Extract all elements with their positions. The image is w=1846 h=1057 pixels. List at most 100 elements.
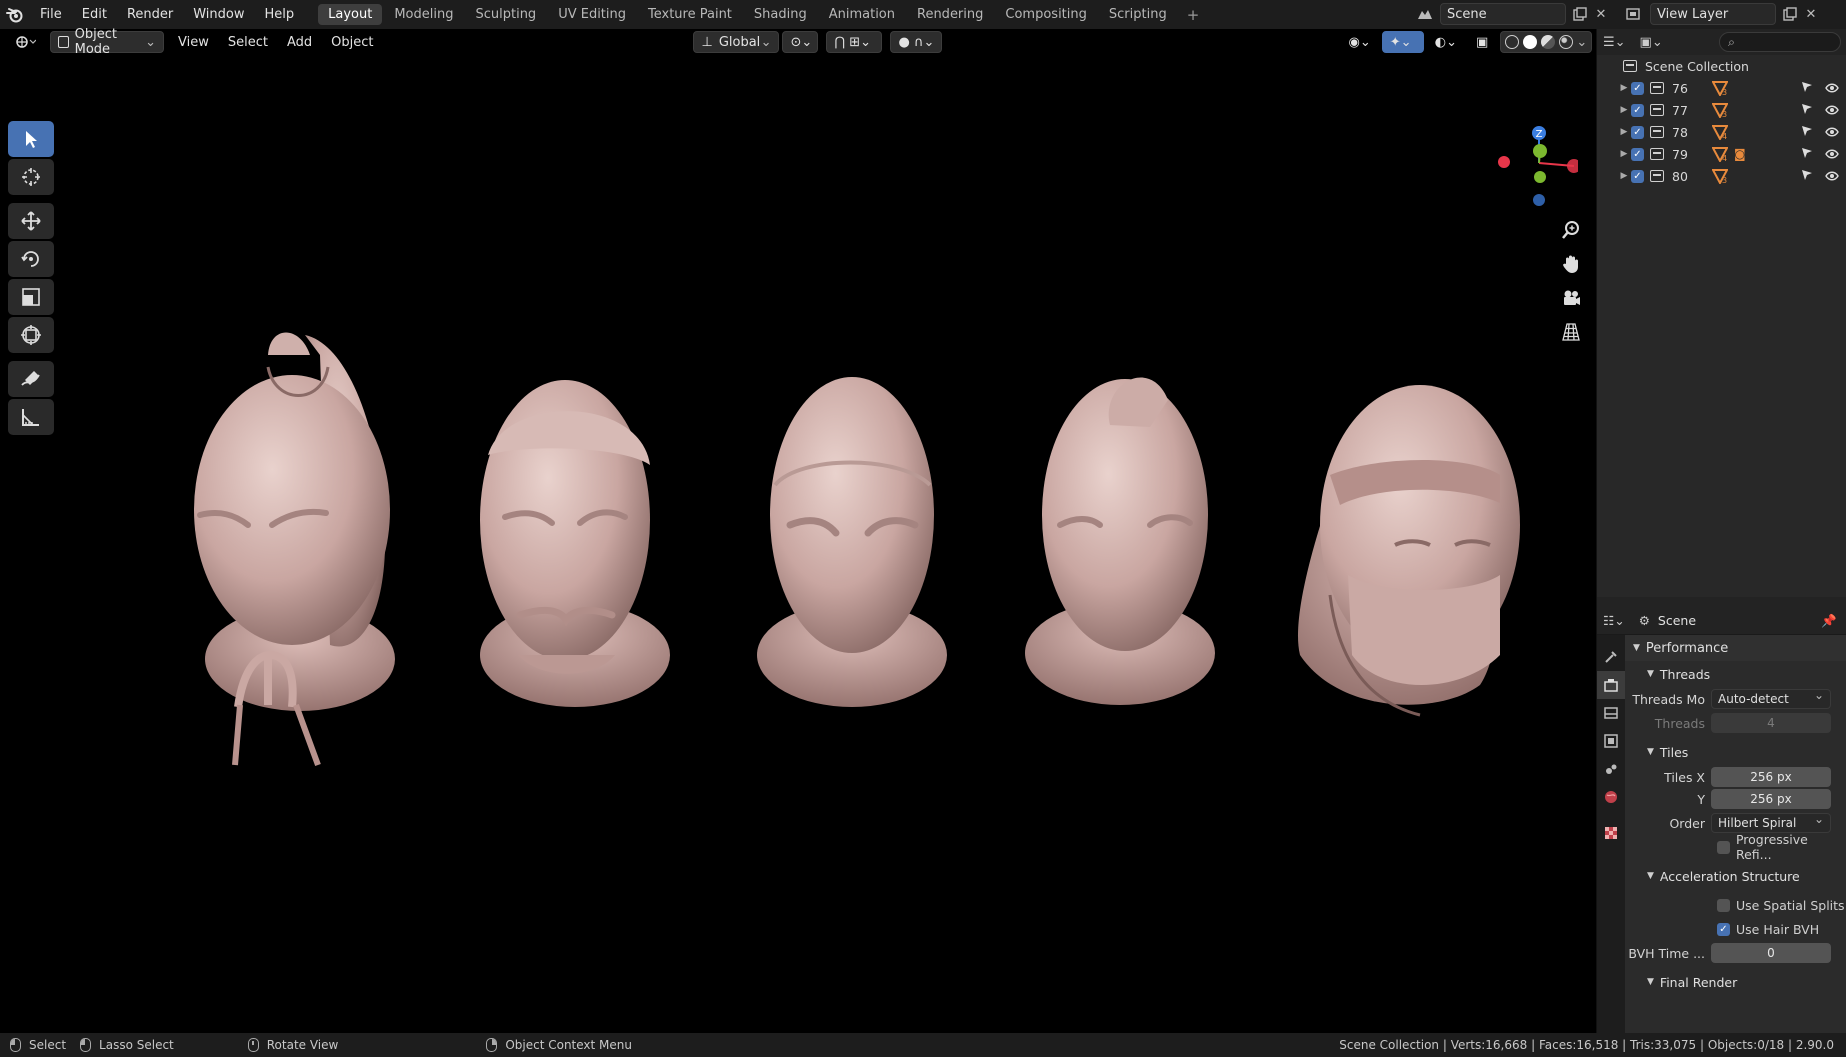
outliner-search-input[interactable]: ⌕: [1719, 32, 1841, 52]
performance-panel-header[interactable]: ▼ Performance: [1625, 635, 1846, 661]
menu-window[interactable]: Window: [183, 7, 254, 22]
outliner-collection-row[interactable]: ▶ ✓ 80 3: [1597, 165, 1846, 187]
transform-tool[interactable]: [8, 317, 54, 353]
progressive-refine-row[interactable]: Progressive Refi...: [1625, 832, 1846, 862]
tab-layout[interactable]: Layout: [318, 4, 383, 25]
pivot-point-icon[interactable]: ⊙⌄: [782, 31, 819, 53]
tab-shading[interactable]: Shading: [744, 4, 817, 25]
output-tab-icon[interactable]: [1597, 699, 1625, 727]
scene-browse-icon[interactable]: [1410, 3, 1440, 25]
render-tab-icon[interactable]: [1597, 671, 1625, 699]
rotate-tool[interactable]: [8, 241, 54, 277]
selectable-arrow-icon[interactable]: [1801, 103, 1813, 118]
tab-texture-paint[interactable]: Texture Paint: [638, 4, 742, 25]
cursor-tool[interactable]: [8, 159, 54, 195]
expand-arrow-icon[interactable]: ▶: [1617, 127, 1631, 137]
rendered-shading-icon[interactable]: [1558, 35, 1573, 49]
menu-render[interactable]: Render: [117, 7, 183, 22]
view-layer-field[interactable]: View Layer: [1650, 3, 1776, 25]
view-layer-icon[interactable]: [1620, 3, 1650, 25]
tab-modeling[interactable]: Modeling: [384, 4, 463, 25]
collection-include-checkbox[interactable]: ✓: [1631, 103, 1644, 117]
collection-include-checkbox[interactable]: ✓: [1631, 125, 1644, 139]
threads-mode-select[interactable]: Auto-detect: [1711, 688, 1831, 709]
wireframe-shading-icon[interactable]: [1505, 35, 1520, 49]
tiles-subpanel-header[interactable]: ▼ Tiles: [1625, 739, 1846, 765]
visibility-eye-icon[interactable]: [1825, 81, 1839, 96]
tiles-y-field[interactable]: 256 px: [1711, 789, 1831, 809]
scale-tool[interactable]: [8, 279, 54, 315]
scene-collection-row[interactable]: Scene Collection: [1597, 55, 1846, 77]
chevron-down-icon[interactable]: ⌄: [1576, 35, 1587, 50]
visibility-eye-icon[interactable]: [1825, 169, 1839, 184]
add-workspace-button[interactable]: +: [1179, 4, 1208, 26]
3d-viewport[interactable]: Z: [0, 55, 1596, 1033]
gizmo-toggle-icon[interactable]: ✦⌄: [1381, 31, 1424, 53]
progressive-refine-checkbox[interactable]: [1717, 840, 1730, 854]
pin-icon[interactable]: 📌: [1821, 613, 1837, 629]
visibility-eye-icon[interactable]: [1825, 103, 1839, 118]
visibility-icon[interactable]: ◉⌄: [1340, 31, 1378, 53]
menu-edit[interactable]: Edit: [72, 7, 117, 22]
select-box-tool[interactable]: [8, 121, 54, 157]
menu-file[interactable]: File: [30, 7, 72, 22]
tab-animation[interactable]: Animation: [819, 4, 905, 25]
tab-sculpting[interactable]: Sculpting: [465, 4, 546, 25]
camera-view-icon[interactable]: [1554, 281, 1588, 315]
expand-arrow-icon[interactable]: ▶: [1617, 83, 1631, 93]
hair-bvh-checkbox[interactable]: ✓: [1717, 922, 1730, 936]
world-tab-icon[interactable]: [1597, 783, 1625, 811]
editor-type-icon[interactable]: [6, 31, 44, 53]
collection-include-checkbox[interactable]: ✓: [1631, 81, 1644, 95]
selectable-arrow-icon[interactable]: [1801, 125, 1813, 140]
snap-icon[interactable]: ⋂ ⊞⌄: [826, 31, 883, 53]
display-mode-icon[interactable]: ▣⌄: [1640, 35, 1663, 50]
measure-tool[interactable]: [8, 399, 54, 435]
acceleration-subpanel-header[interactable]: ▼ Acceleration Structure: [1625, 863, 1846, 889]
overlays-icon[interactable]: ◐⌄: [1427, 31, 1465, 53]
selectable-arrow-icon[interactable]: [1801, 81, 1813, 96]
mode-dropdown[interactable]: Object Mode ⌄: [50, 27, 164, 57]
scene-name-field[interactable]: Scene: [1440, 3, 1566, 25]
collection-include-checkbox[interactable]: ✓: [1631, 169, 1644, 183]
outliner-collection-row[interactable]: ▶ ✓ 76 3: [1597, 77, 1846, 99]
tab-compositing[interactable]: Compositing: [995, 4, 1097, 25]
threads-field[interactable]: 4: [1711, 713, 1831, 733]
bvh-time-field[interactable]: 0: [1711, 943, 1831, 963]
properties-editor-icon[interactable]: ☷⌄: [1603, 613, 1625, 628]
expand-arrow-icon[interactable]: ▶: [1617, 171, 1631, 181]
proportional-edit-icon[interactable]: ● ∩⌄: [890, 31, 943, 53]
scene-tab-icon[interactable]: [1597, 755, 1625, 783]
xray-icon[interactable]: ▣: [1468, 31, 1496, 53]
outliner-editor-icon[interactable]: ☰⌄: [1603, 35, 1626, 50]
texture-tab-icon[interactable]: [1597, 819, 1625, 847]
new-scene-icon[interactable]: [1568, 3, 1592, 25]
outliner-collection-row[interactable]: ▶ ✓ 79 4 ◙: [1597, 143, 1846, 165]
spatial-splits-row[interactable]: Use Spatial Splits: [1625, 893, 1846, 917]
visibility-eye-icon[interactable]: [1825, 125, 1839, 140]
navigation-gizmo[interactable]: Z: [1490, 120, 1578, 210]
threads-subpanel-header[interactable]: ▼ Threads: [1625, 661, 1846, 687]
solid-shading-icon[interactable]: [1523, 35, 1538, 49]
material-shading-icon[interactable]: [1540, 35, 1555, 49]
final-render-subpanel-header[interactable]: ▼ Final Render: [1625, 969, 1846, 995]
select-menu[interactable]: Select: [220, 31, 276, 53]
move-tool[interactable]: [8, 203, 54, 239]
tool-tab-icon[interactable]: [1597, 643, 1625, 671]
visibility-eye-icon[interactable]: [1825, 147, 1839, 162]
zoom-icon[interactable]: [1554, 213, 1588, 247]
tab-rendering[interactable]: Rendering: [907, 4, 993, 25]
hair-bvh-row[interactable]: ✓ Use Hair BVH: [1625, 917, 1846, 941]
collection-include-checkbox[interactable]: ✓: [1631, 147, 1644, 161]
pan-hand-icon[interactable]: [1554, 247, 1588, 281]
annotate-tool[interactable]: [8, 361, 54, 397]
view-layer-tab-icon[interactable]: [1597, 727, 1625, 755]
new-view-layer-icon[interactable]: [1778, 3, 1802, 25]
delete-scene-icon[interactable]: ✕: [1592, 3, 1610, 25]
blender-logo-icon[interactable]: [0, 0, 30, 29]
outliner-collection-row[interactable]: ▶ ✓ 78 4: [1597, 121, 1846, 143]
tiles-x-field[interactable]: 256 px: [1711, 767, 1831, 787]
delete-view-layer-icon[interactable]: ✕: [1802, 3, 1820, 25]
expand-arrow-icon[interactable]: ▶: [1617, 105, 1631, 115]
tab-uv-editing[interactable]: UV Editing: [548, 4, 636, 25]
